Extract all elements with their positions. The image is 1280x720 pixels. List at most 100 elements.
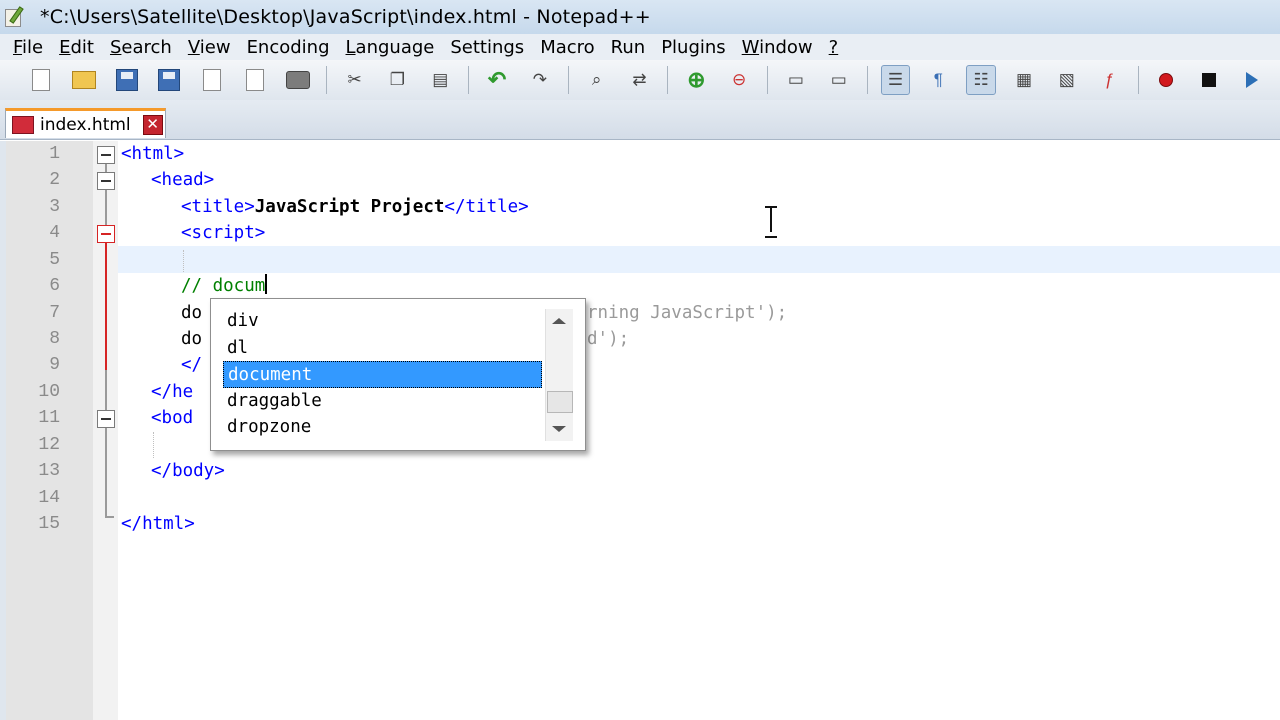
scroll-thumb[interactable] bbox=[547, 391, 573, 413]
code-line-4: <script> bbox=[181, 223, 266, 243]
code-line-10: </he bbox=[151, 382, 194, 402]
user-lang-icon[interactable]: ▦ bbox=[1009, 65, 1039, 95]
menu-language[interactable]: Language bbox=[338, 37, 443, 58]
line-number: 10 bbox=[38, 382, 60, 402]
toolbar-separator bbox=[567, 66, 569, 94]
window-title: *C:\Users\Satellite\Desktop\JavaScript\i… bbox=[40, 6, 651, 28]
line-number: 8 bbox=[49, 329, 60, 349]
copy-icon[interactable]: ❐ bbox=[383, 65, 413, 95]
line-number: 12 bbox=[38, 435, 60, 455]
menu-window[interactable]: Window bbox=[734, 37, 821, 58]
autocomplete-item[interactable]: dl bbox=[223, 335, 543, 362]
fold-toggle-icon[interactable] bbox=[97, 172, 115, 190]
code-line-9: </ bbox=[181, 355, 203, 375]
open-file-icon[interactable] bbox=[69, 65, 99, 95]
code-line-15: </html> bbox=[121, 514, 195, 534]
fold-end-marker bbox=[105, 508, 114, 518]
new-file-icon[interactable] bbox=[26, 65, 56, 95]
paste-icon[interactable]: ▤ bbox=[425, 65, 455, 95]
stop-record-icon[interactable] bbox=[1194, 65, 1224, 95]
zoom-in-icon[interactable]: ⊕ bbox=[681, 65, 711, 95]
code-line-6: // docum bbox=[181, 274, 268, 296]
line-number: 1 bbox=[49, 144, 60, 164]
menu-edit[interactable]: Edit bbox=[51, 37, 102, 58]
code-line-3: <title>JavaScript Project</title> bbox=[181, 197, 529, 217]
close-all-icon[interactable] bbox=[240, 65, 270, 95]
code-line-7-start: do bbox=[181, 303, 203, 323]
redo-icon[interactable]: ↷ bbox=[525, 65, 555, 95]
code-line-7-end: rning JavaScript'); bbox=[587, 303, 788, 323]
menu-search[interactable]: Search bbox=[102, 37, 180, 58]
line-number: 6 bbox=[49, 276, 60, 296]
ibeam-cursor-icon bbox=[762, 206, 780, 238]
autocomplete-scrollbar[interactable] bbox=[545, 309, 573, 441]
line-number: 11 bbox=[38, 408, 60, 428]
close-tab-icon[interactable]: ✕ bbox=[142, 114, 163, 135]
sync-vertical-icon[interactable]: ▭ bbox=[781, 65, 811, 95]
function-list-icon[interactable]: ƒ bbox=[1095, 65, 1125, 95]
title-bar: *C:\Users\Satellite\Desktop\JavaScript\i… bbox=[0, 0, 1280, 34]
scroll-up-icon[interactable] bbox=[552, 318, 566, 324]
cut-icon[interactable]: ✂ bbox=[340, 65, 370, 95]
fold-toggle-icon[interactable] bbox=[97, 225, 115, 243]
scroll-down-icon[interactable] bbox=[552, 426, 566, 432]
unsaved-file-icon bbox=[12, 115, 34, 134]
print-icon[interactable] bbox=[283, 65, 313, 95]
tab-label: index.html bbox=[40, 114, 131, 135]
tab-bar: index.html ✕ bbox=[0, 100, 1280, 140]
line-number: 3 bbox=[49, 197, 60, 217]
menu-view[interactable]: View bbox=[180, 37, 239, 58]
line-number: 14 bbox=[38, 488, 60, 508]
menu-plugins[interactable]: Plugins bbox=[653, 37, 733, 58]
code-line-1: <html> bbox=[121, 144, 185, 164]
indent-guide-icon[interactable]: ☷ bbox=[966, 65, 997, 95]
autocomplete-item[interactable]: dropzone bbox=[223, 414, 543, 441]
autocomplete-list: div dl document draggable dropzone bbox=[223, 308, 543, 441]
fold-toggle-icon[interactable] bbox=[97, 146, 115, 164]
line-number: 7 bbox=[49, 303, 60, 323]
autocomplete-item[interactable]: div bbox=[223, 308, 543, 335]
menu-macro[interactable]: Macro bbox=[532, 37, 602, 58]
menu-file[interactable]: File bbox=[0, 37, 51, 58]
line-number: 5 bbox=[49, 250, 60, 270]
find-icon[interactable]: ⌕ bbox=[582, 65, 612, 95]
toolbar-separator bbox=[866, 66, 868, 94]
close-icon[interactable] bbox=[197, 65, 227, 95]
menu-bar: File Edit Search View Encoding Language … bbox=[0, 34, 1280, 60]
indent-guide bbox=[183, 250, 184, 272]
word-wrap-icon[interactable]: ☰ bbox=[880, 65, 911, 95]
toolbar-separator bbox=[667, 66, 669, 94]
current-line-highlight bbox=[118, 246, 1280, 273]
menu-run[interactable]: Run bbox=[603, 37, 654, 58]
line-number: 4 bbox=[49, 223, 60, 243]
doc-map-icon[interactable]: ▧ bbox=[1052, 65, 1082, 95]
fold-toggle-icon[interactable] bbox=[97, 410, 115, 428]
menu-settings[interactable]: Settings bbox=[442, 37, 532, 58]
toolbar-separator bbox=[468, 66, 470, 94]
toolbar: ✂ ❐ ▤ ↶ ↷ ⌕ ⇄ ⊕ ⊖ ▭ ▭ ☰ ¶ ☷ ▦ ▧ ƒ bbox=[0, 60, 1280, 100]
show-all-chars-icon[interactable]: ¶ bbox=[923, 65, 953, 95]
zoom-out-icon[interactable]: ⊖ bbox=[724, 65, 754, 95]
fold-line-active bbox=[105, 242, 107, 370]
save-all-icon[interactable] bbox=[154, 65, 184, 95]
toolbar-separator bbox=[1137, 66, 1139, 94]
replace-icon[interactable]: ⇄ bbox=[625, 65, 655, 95]
record-macro-icon[interactable] bbox=[1152, 65, 1182, 95]
line-number: 9 bbox=[49, 355, 60, 375]
menu-help[interactable]: ? bbox=[821, 37, 847, 58]
line-number: 13 bbox=[38, 461, 60, 481]
autocomplete-item-selected[interactable]: document bbox=[223, 361, 542, 388]
text-caret bbox=[265, 274, 268, 294]
undo-icon[interactable]: ↶ bbox=[482, 65, 512, 95]
menu-encoding[interactable]: Encoding bbox=[239, 37, 338, 58]
autocomplete-item[interactable]: draggable bbox=[223, 388, 543, 415]
save-icon[interactable] bbox=[112, 65, 142, 95]
code-line-13: </body> bbox=[151, 461, 225, 481]
line-number: 2 bbox=[49, 170, 60, 190]
code-line-8-end: d'); bbox=[587, 329, 630, 349]
tab-index-html[interactable]: index.html ✕ bbox=[5, 108, 166, 138]
autocomplete-popup: div dl document draggable dropzone bbox=[210, 298, 586, 451]
code-line-2: <head> bbox=[151, 170, 215, 190]
sync-horizontal-icon[interactable]: ▭ bbox=[824, 65, 854, 95]
play-macro-icon[interactable] bbox=[1237, 65, 1267, 95]
